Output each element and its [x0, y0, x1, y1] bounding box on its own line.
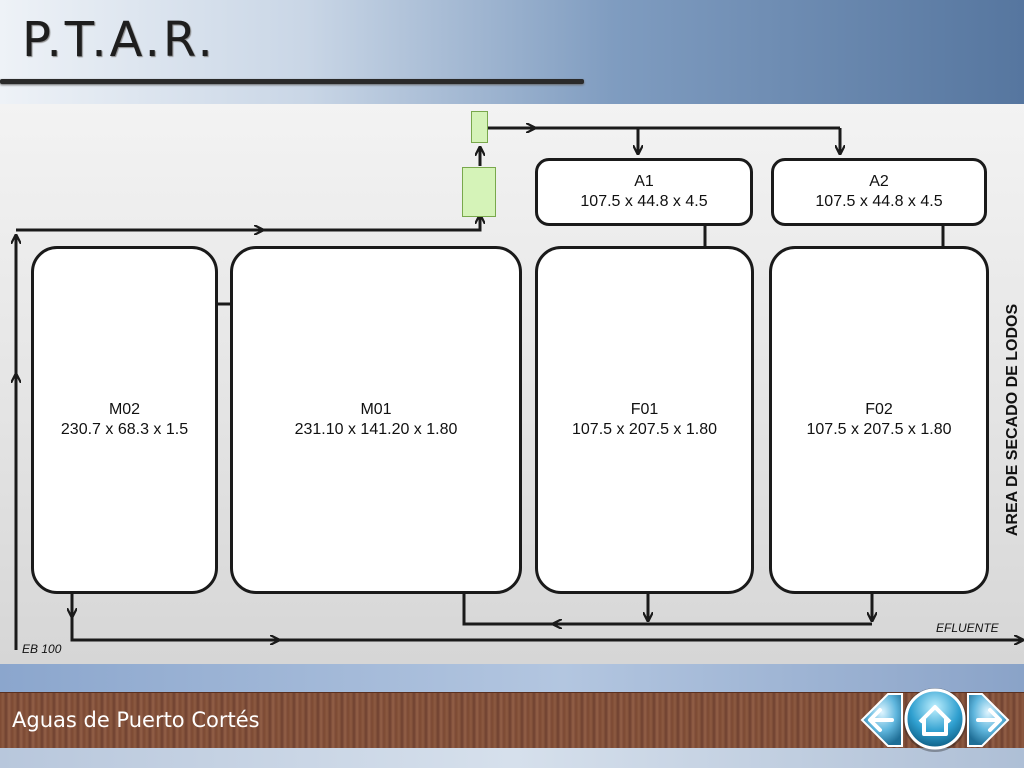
tank-f02-name: F02 [865, 401, 893, 418]
tank-m01: M01 231.10 x 141.20 x 1.80 [230, 246, 522, 594]
tank-f01-dims: 107.5 x 207.5 x 1.80 [572, 421, 717, 438]
tank-f02: F02 107.5 x 207.5 x 1.80 [769, 246, 989, 594]
tank-a2-name: A2 [869, 173, 889, 190]
tank-m01-name: M01 [360, 401, 392, 418]
effluent-label: EFLUENTE [936, 621, 999, 635]
tank-f02-dims: 107.5 x 207.5 x 1.80 [806, 421, 952, 438]
tank-a1: A1 107.5 x 44.8 x 4.5 [535, 158, 753, 226]
nav-buttons [860, 688, 1010, 752]
home-icon[interactable] [903, 688, 967, 752]
tank-a2: A2 107.5 x 44.8 x 4.5 [771, 158, 987, 226]
tank-m02: M02 230.7 x 68.3 x 1.5 [31, 246, 218, 594]
pump-small-box [471, 111, 488, 143]
tank-f01: F01 107.5 x 207.5 x 1.80 [535, 246, 754, 594]
tank-a1-dims: 107.5 x 44.8 x 4.5 [580, 193, 708, 210]
pump-large-box [462, 167, 496, 217]
sludge-drying-label: AREA DE SECADO DE LODOS [1004, 303, 1021, 537]
tank-f01-name: F01 [630, 401, 659, 418]
top-line-to-green [262, 216, 480, 232]
tank-a2-dims: 107.5 x 44.8 x 4.5 [815, 193, 943, 210]
footer-org-name: Aguas de Puerto Cortés [12, 708, 260, 732]
back-arrow-icon[interactable] [860, 693, 903, 747]
tank-m01-dims: 231.10 x 141.20 x 1.80 [294, 421, 458, 438]
tank-m02-name: M02 [108, 401, 141, 418]
effluent-line [70, 616, 1022, 640]
tank-a1-name: A1 [634, 173, 654, 190]
forward-arrow-icon[interactable] [967, 693, 1010, 747]
tank-m02-dims: 230.7 x 68.3 x 1.5 [60, 421, 189, 438]
eb-label: EB 100 [22, 642, 62, 656]
